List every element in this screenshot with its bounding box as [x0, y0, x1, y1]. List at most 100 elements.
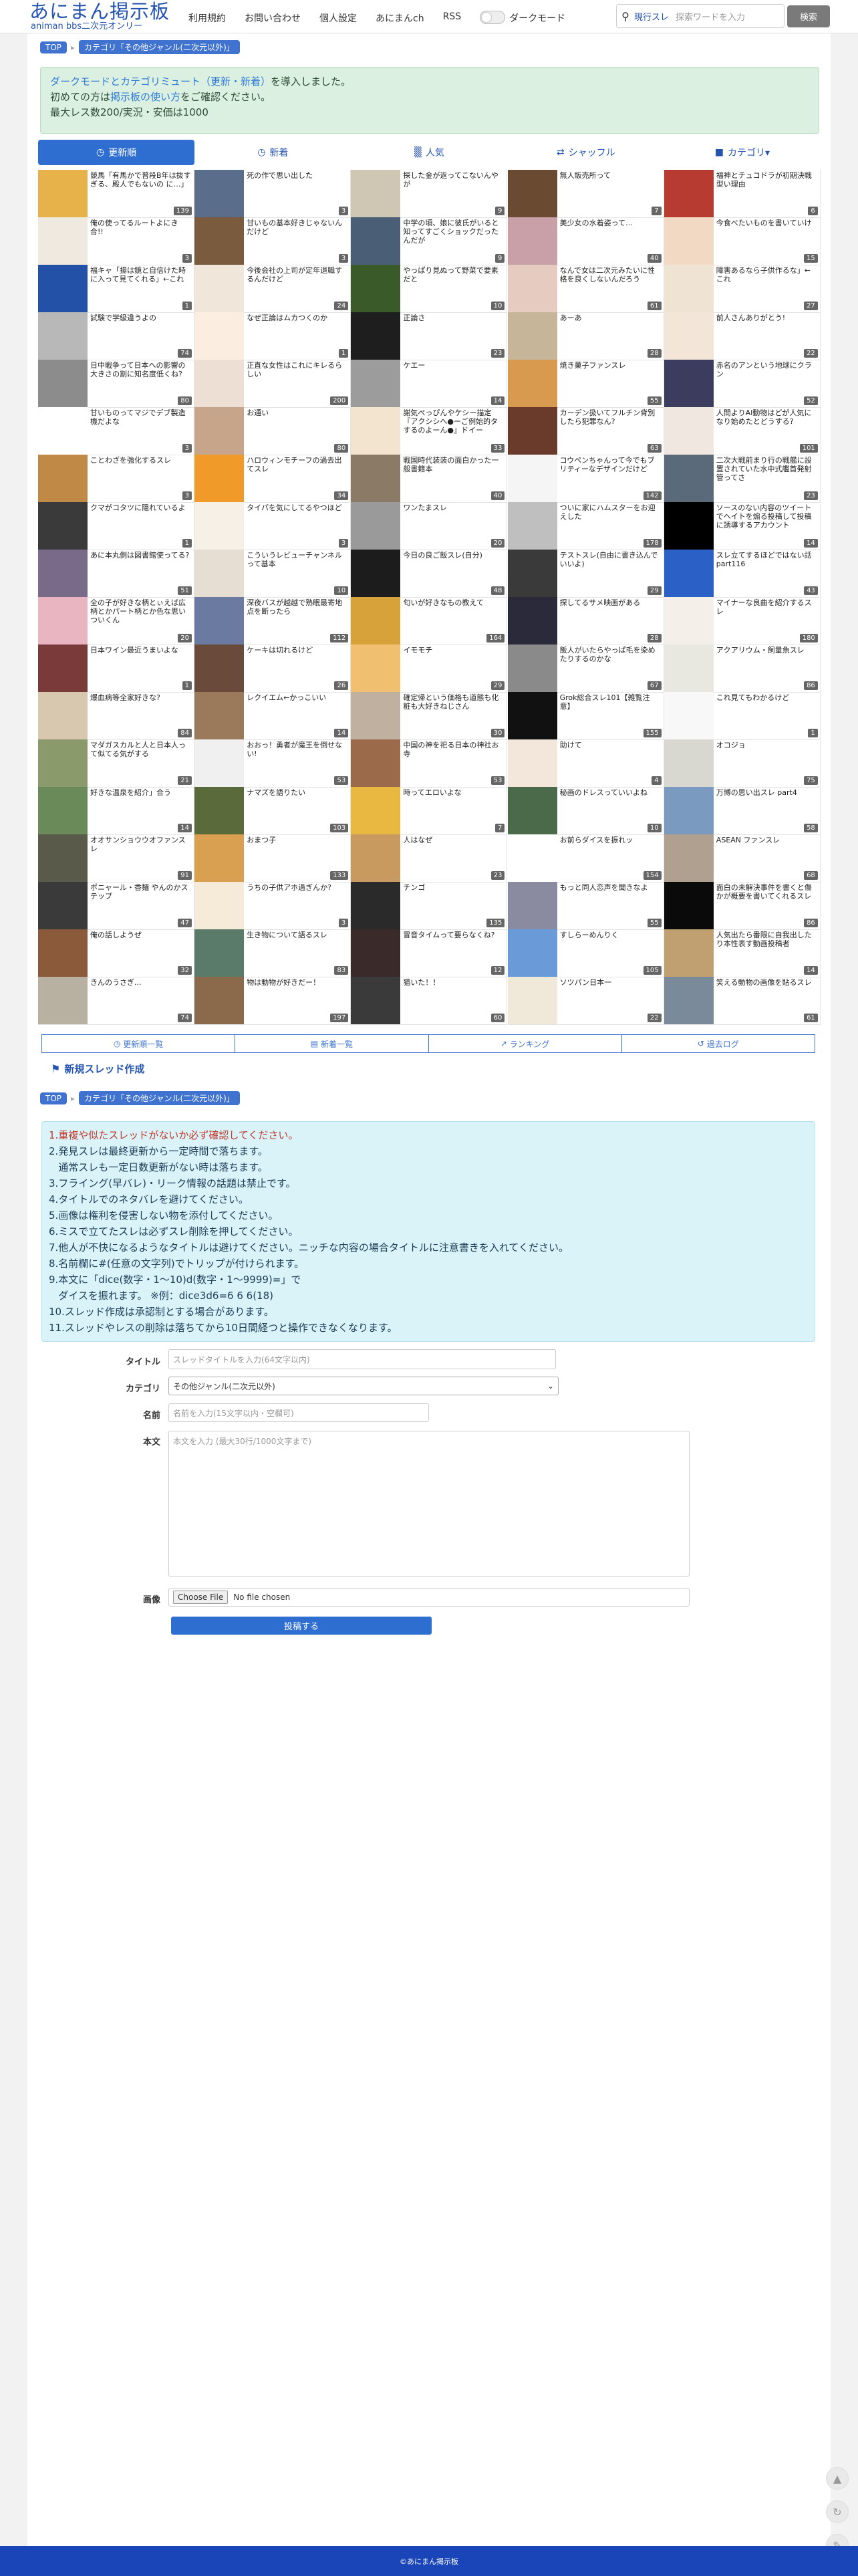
thread-tile[interactable]: 人間よりAI動物はどが人気になり始めたとどうする? 101 — [664, 407, 821, 455]
thread-thumbnail[interactable] — [507, 692, 557, 739]
thread-tile[interactable]: 猫いた！！ 60 — [351, 977, 508, 1025]
thread-thumbnail[interactable] — [664, 407, 714, 455]
thread-title[interactable]: 二次大戦前まり行の戦艦に設置されていた水中式艦首発射管ってさ — [716, 456, 817, 482]
thread-tile[interactable]: 俺の話しようぜ 32 — [38, 929, 194, 977]
thread-thumbnail[interactable] — [664, 217, 714, 265]
thread-title[interactable]: 匂いが好きなもの教えて — [403, 598, 504, 607]
search-input[interactable]: 探索ワードを入力 — [676, 10, 745, 23]
title-input[interactable]: スレッドタイトルを入力(64文字以内) — [168, 1349, 556, 1369]
thread-title[interactable]: マダガスカルと人と日本人って似てる気がする — [90, 741, 191, 758]
thread-title[interactable]: クマがコタツに隠れているよ — [90, 503, 191, 512]
thread-tile[interactable]: こういうレビューチャンネルって基本 10 — [194, 550, 351, 598]
breadcrumb-category[interactable]: カテゴリ「その他ジャンル(二次元以外)」 — [79, 1091, 240, 1105]
thread-title[interactable]: 今日の良ご飯スレ(自分) — [403, 551, 504, 560]
thread-title[interactable]: 焼き菓子ファンスレ — [560, 361, 661, 370]
thread-thumbnail[interactable] — [507, 312, 557, 360]
thread-tile[interactable]: やっぱり見ぬって野菜で要素 だと 10 — [351, 265, 508, 313]
thread-tile[interactable]: 試験で学級違うよの 74 — [38, 312, 194, 360]
thread-title[interactable]: ワンたまスレ — [403, 503, 504, 512]
tab-updated[interactable]: ◷ 更新順 — [38, 140, 195, 165]
thread-tile[interactable]: 探してるサメ映画がある 28 — [507, 597, 664, 645]
thread-tile[interactable]: 探した金が返ってこないんやが 9 — [351, 170, 508, 218]
thread-tile[interactable]: うちの子供アホ過ぎんか? 3 — [194, 882, 351, 930]
thread-thumbnail[interactable] — [38, 170, 88, 217]
thread-title[interactable]: ハロウィンモチーフの過去出てスレ — [247, 456, 347, 473]
thread-tile[interactable]: きんのうさぎ... 74 — [38, 977, 194, 1025]
thread-tile[interactable]: マイナーな良曲を紹介するスレ 180 — [664, 597, 821, 645]
thread-thumbnail[interactable] — [507, 597, 557, 645]
thread-tile[interactable]: 万博の思い出スレ part4 58 — [664, 787, 821, 835]
thread-title[interactable]: テストスレ(自由に書き込んでいいよ) — [560, 551, 661, 568]
thread-title[interactable]: ナマズを語りたい — [247, 788, 347, 797]
thread-title[interactable]: 猫いた！！ — [403, 978, 504, 987]
thread-tile[interactable]: 中学の頃、娘に彼氏がいると知ってすごくショックだったんだが 9 — [351, 217, 508, 265]
thread-thumbnail[interactable] — [38, 597, 88, 645]
site-logo[interactable]: あにまん掲示板 animan bbs二次元オンリー — [29, 1, 170, 31]
thread-tile[interactable]: 前人さんありがとう! 22 — [664, 312, 821, 360]
thread-thumbnail[interactable] — [38, 312, 88, 360]
thread-title[interactable]: やっぱり見ぬって野菜で要素 だと — [403, 266, 504, 283]
thread-tile[interactable]: お通い 80 — [194, 407, 351, 455]
thread-thumbnail[interactable] — [38, 977, 88, 1024]
thread-title[interactable]: 謝気ぺっぴんやケシー描定『アクシシへ●ーご例始的タするのよーん●』ドイー — [403, 408, 504, 435]
thread-tile[interactable]: オオサンショウウオファンスレ 91 — [38, 834, 194, 883]
thread-title[interactable]: 今食べたいものを書いていけ — [716, 219, 817, 227]
thread-thumbnail[interactable] — [664, 645, 714, 692]
thread-thumbnail[interactable] — [194, 739, 245, 787]
toggle-switch[interactable] — [480, 11, 506, 24]
thread-title[interactable]: 俺の話しようぜ — [90, 931, 191, 939]
thread-thumbnail[interactable] — [38, 645, 88, 692]
reload-icon[interactable]: ↻ — [826, 2500, 849, 2523]
tab-shuffle[interactable]: ⇄ シャッフル — [507, 140, 664, 165]
search-scope[interactable]: 現行スレ — [634, 10, 669, 23]
thread-tile[interactable]: 中国の神を祀る日本の神社お寺 53 — [351, 739, 508, 788]
body-textarea[interactable]: 本文を入力 (最大30行/1000文字まで) — [168, 1431, 690, 1576]
thread-thumbnail[interactable] — [507, 787, 557, 834]
thread-thumbnail[interactable] — [351, 455, 401, 502]
thread-thumbnail[interactable] — [351, 692, 401, 739]
thread-thumbnail[interactable] — [664, 455, 714, 502]
thread-tile[interactable]: 好きな温泉を紹介」合う 14 — [38, 787, 194, 835]
thread-title[interactable]: 人はなぜ — [403, 836, 504, 844]
thread-title[interactable]: コウペンちゃんって今でもブリティーなデザインだけど — [560, 456, 661, 473]
thread-thumbnail[interactable] — [38, 455, 88, 502]
thread-thumbnail[interactable] — [351, 265, 401, 312]
thread-thumbnail[interactable] — [38, 929, 88, 977]
thread-tile[interactable]: ASEAN ファンスレ 68 — [664, 834, 821, 883]
thread-title[interactable]: 日中戦争って日本への影響の大きさの割に知名度低くね? — [90, 361, 191, 378]
thread-thumbnail[interactable] — [38, 550, 88, 597]
thread-title[interactable]: すしらーめんりく — [560, 931, 661, 939]
thread-thumbnail[interactable] — [507, 550, 557, 597]
thread-thumbnail[interactable] — [194, 312, 245, 360]
thread-title[interactable]: お前らダイスを振れッ — [560, 836, 661, 844]
thread-tile[interactable]: 匂いが好きなもの教えて 164 — [351, 597, 508, 645]
thread-tile[interactable]: コウペンちゃんって今でもブリティーなデザインだけど 142 — [507, 455, 664, 503]
thread-tile[interactable]: 今日の良ご飯スレ(自分) 48 — [351, 550, 508, 598]
thread-tile[interactable]: 笑える動物の画像を貼るスレ 61 — [664, 977, 821, 1025]
thread-title[interactable]: イモモチ — [403, 646, 504, 655]
thread-title[interactable]: 探した金が返ってこないんやが — [403, 171, 504, 189]
thread-title[interactable]: スレ立てするほどではない話part116 — [716, 551, 817, 568]
new-list-button[interactable]: ▤ 新着一覧 — [235, 1034, 429, 1053]
thread-title[interactable]: あに本丸側は図書館使ってる? — [90, 551, 191, 560]
thread-title[interactable]: ついに家にハムスターをお迎えした — [560, 503, 661, 521]
thread-tile[interactable]: オコジョ 75 — [664, 739, 821, 788]
thread-tile[interactable]: アクアリウム・飼量魚スレ 86 — [664, 645, 821, 693]
thread-thumbnail[interactable] — [38, 787, 88, 834]
thread-tile[interactable]: 面白の未解決事件を書くと傷かが概要を書いてくれるスレ 86 — [664, 882, 821, 930]
thread-title[interactable]: 面白の未解決事件を書くと傷かが概要を書いてくれるスレ — [716, 883, 817, 901]
thread-thumbnail[interactable] — [507, 977, 557, 1024]
thread-thumbnail[interactable] — [38, 739, 88, 787]
thread-thumbnail[interactable] — [194, 977, 245, 1024]
thread-thumbnail[interactable] — [507, 407, 557, 455]
thread-tile[interactable]: 死の作で思い出した 3 — [194, 170, 351, 218]
thread-title[interactable]: 爆血病等全家好きな? — [90, 693, 191, 702]
thread-tile[interactable]: 確定帰という価格も道態も化粧も大好きねじさん 30 — [351, 692, 508, 740]
thread-tile[interactable]: 物は動物が好きだー！ 197 — [194, 977, 351, 1025]
thread-thumbnail[interactable] — [38, 882, 88, 929]
thread-thumbnail[interactable] — [664, 170, 714, 217]
thread-title[interactable]: レクイエム←かっこいい — [247, 693, 347, 702]
thread-thumbnail[interactable] — [194, 597, 245, 645]
thread-thumbnail[interactable] — [194, 217, 245, 265]
thread-thumbnail[interactable] — [507, 882, 557, 929]
